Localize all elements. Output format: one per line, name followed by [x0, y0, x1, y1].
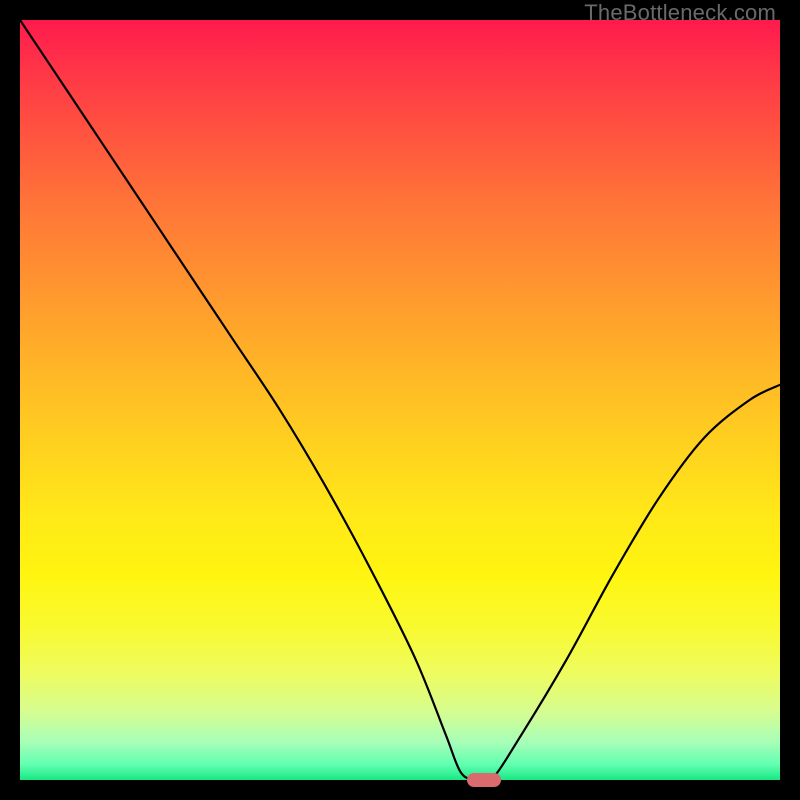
chart-frame: TheBottleneck.com — [0, 0, 800, 800]
watermark-text: TheBottleneck.com — [584, 0, 776, 26]
bottleneck-curve — [20, 20, 780, 780]
optimal-marker — [467, 773, 501, 787]
